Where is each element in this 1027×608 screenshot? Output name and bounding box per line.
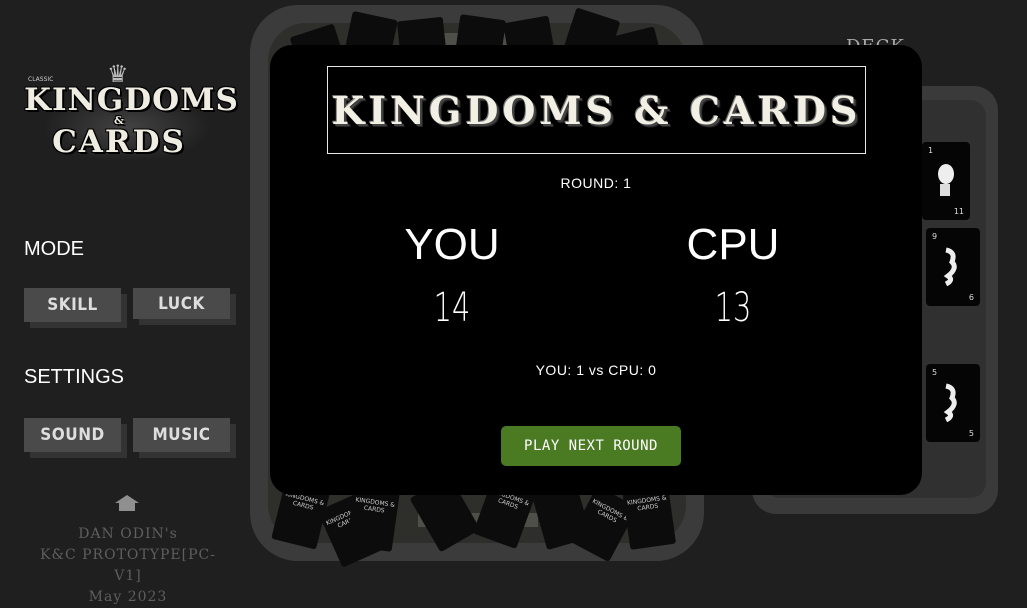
logo-line-3: CARDS — [52, 124, 186, 160]
game-logo: ♛ CLASSIC KINGDOMS & CARDS — [24, 62, 239, 167]
card-back-label: KINGDOMS & CARDS — [626, 494, 668, 513]
knight-figure-icon — [943, 247, 957, 286]
card-value-top: 5 — [932, 368, 938, 377]
mode-heading: MODE — [24, 238, 84, 260]
sound-button[interactable]: SOUND — [24, 418, 121, 452]
deck-card[interactable]: 1 11 — [922, 142, 970, 220]
card-value-bottom: 6 — [968, 293, 974, 302]
card-value-bottom: 11 — [953, 207, 964, 216]
round-indicator: ROUND: 1 — [560, 175, 632, 191]
player-score: 14 — [433, 285, 471, 331]
settings-heading: SETTINGS — [24, 366, 125, 388]
cpu-score: 13 — [714, 285, 752, 331]
card-value-top: 1 — [928, 146, 934, 155]
home-icon[interactable] — [114, 494, 140, 512]
match-tally: YOU: 1 vs CPU: 0 — [535, 362, 657, 378]
logo-line-1: KINGDOMS — [24, 82, 239, 118]
music-button[interactable]: MUSIC — [133, 418, 230, 452]
credits-date: May 2023 — [88, 589, 168, 605]
knight-figure-icon — [943, 383, 957, 422]
card-back-label: KINGDOMS & CARDS — [354, 496, 396, 515]
deck-card[interactable]: 9 6 — [926, 228, 980, 306]
credits-version: K&C PROTOTYPE[PC-V1] — [40, 547, 216, 584]
credits: DAN ODIN's K&C PROTOTYPE[PC-V1] May 2023 — [28, 524, 228, 608]
player-panel: YOU 14 — [352, 220, 552, 331]
modal-title: KINGDOMS & CARDS — [331, 87, 862, 133]
credits-author: DAN ODIN's — [78, 526, 178, 542]
modal-title-banner: KINGDOMS & CARDS — [327, 66, 866, 154]
card-value-top: 9 — [932, 232, 938, 241]
skill-mode-button[interactable]: SKILL — [24, 288, 121, 322]
player-name: YOU — [404, 220, 500, 269]
round-result-modal: KINGDOMS & CARDS ROUND: 1 YOU 14 CPU 13 … — [270, 45, 922, 495]
king-figure-icon — [938, 164, 954, 196]
cpu-name: CPU — [686, 220, 780, 269]
card-value-bottom: 5 — [968, 429, 974, 438]
cpu-panel: CPU 13 — [633, 220, 833, 331]
deck-card[interactable]: 5 5 — [926, 364, 980, 442]
play-next-round-button[interactable]: PLAY NEXT ROUND — [501, 426, 681, 466]
luck-mode-button[interactable]: LUCK — [133, 288, 230, 319]
